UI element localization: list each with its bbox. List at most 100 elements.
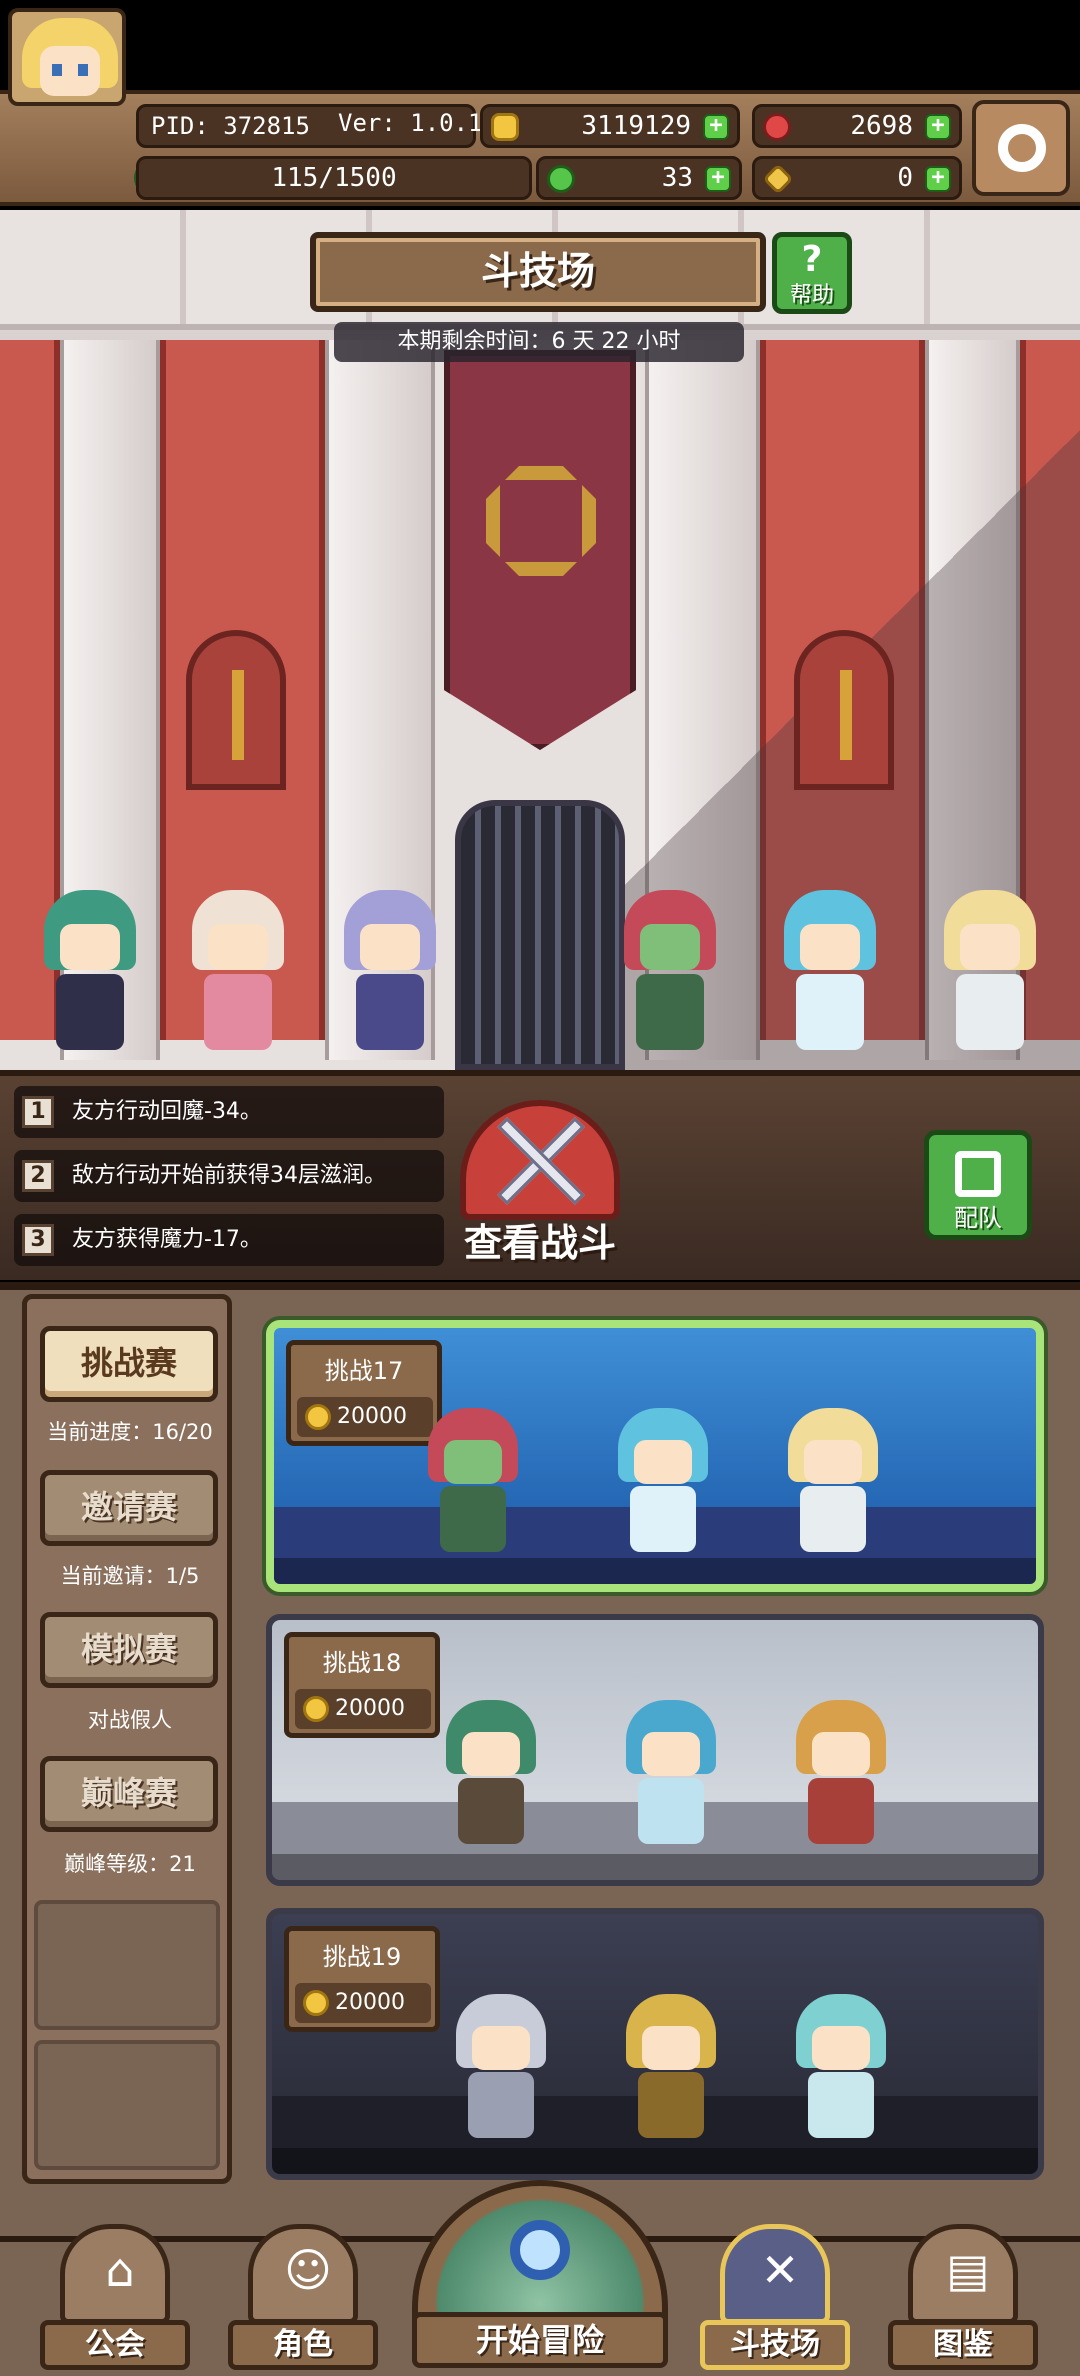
hero-body <box>468 2072 534 2138</box>
opponent-hero <box>782 1994 902 2144</box>
hero-face <box>640 924 700 970</box>
challenge-cost-value: 20000 <box>337 1404 407 1429</box>
status-bar <box>0 0 1080 90</box>
gold-counter: 3119129 + <box>480 104 740 148</box>
book-icon: ▤ <box>946 2243 990 2297</box>
view-battle-button[interactable]: 查看战斗 <box>440 1100 640 1270</box>
gem-value: 2698 <box>850 111 913 141</box>
challenge-cost-value: 20000 <box>335 1696 405 1721</box>
challenge-card[interactable]: 挑战19 20000 <box>266 1908 1044 2180</box>
log-entry: 1 友方行动回魔-34。 <box>14 1086 444 1138</box>
empty-mode-slot <box>34 1900 220 2030</box>
sword-niche <box>186 630 286 790</box>
hero-face <box>60 924 120 970</box>
team-setup-label: 配队 <box>954 1204 1002 1232</box>
season-timer: 本期剩余时间：6 天 22 小时 <box>334 322 744 362</box>
mode-invite-button[interactable]: 邀请赛 <box>40 1470 218 1546</box>
mode-label: 模拟赛 <box>80 1630 177 1668</box>
nav-codex-label: 图鉴 <box>888 2320 1038 2370</box>
crossed-swords-icon: ✕ <box>760 2243 800 2297</box>
enemy-hero <box>930 890 1050 1060</box>
log-entry: 3 友方获得魔力-17。 <box>14 1214 444 1266</box>
nav-character-label: 角色 <box>228 2320 378 2370</box>
hero-face <box>208 924 268 970</box>
mode-progress: 当前进度：16/20 <box>47 1420 213 1444</box>
opponent-hero <box>604 1408 724 1558</box>
coin-icon <box>305 1404 331 1430</box>
nav-character[interactable]: ☺ 角色 <box>228 2224 378 2376</box>
nav-guild[interactable]: ⌂ 公会 <box>40 2224 190 2376</box>
team-icon <box>955 1151 1001 1197</box>
hero-body <box>800 1486 866 1552</box>
clover-icon <box>547 165 575 193</box>
hero-body <box>56 974 124 1050</box>
hero-body <box>630 1486 696 1552</box>
mode-label: 邀请赛 <box>80 1488 177 1526</box>
hero-face <box>812 2026 870 2070</box>
ally-hero <box>330 890 450 1060</box>
mode-challenge-button[interactable]: 挑战赛 <box>40 1326 218 1402</box>
hero-body <box>440 1486 506 1552</box>
mode-simulation-button[interactable]: 模拟赛 <box>40 1612 218 1688</box>
character-icon: ☺ <box>248 2224 358 2324</box>
page-title-plate: 斗技场 <box>310 232 766 312</box>
enemy-hero <box>610 890 730 1060</box>
codex-icon: ▤ <box>908 2224 1018 2324</box>
mode-peak-button[interactable]: 巅峰赛 <box>40 1756 218 1832</box>
mode-label: 挑战赛 <box>80 1344 177 1382</box>
hero-body <box>808 2072 874 2138</box>
challenge-cost-value: 20000 <box>335 1990 405 2015</box>
add-key-button[interactable]: + <box>925 166 951 192</box>
question-icon: ? <box>801 239 823 280</box>
player-id-label: PID: 372815 <box>151 112 310 140</box>
magnifier-icon <box>510 2220 570 2280</box>
add-clover-button[interactable]: + <box>705 166 731 192</box>
mode-dummy: 对战假人 <box>88 1708 172 1732</box>
challenge-name: 挑战19 <box>322 1943 402 1971</box>
hero-face <box>444 1440 502 1484</box>
challenge-name: 挑战18 <box>322 1649 402 1677</box>
arena-gate <box>455 800 625 1070</box>
settings-button[interactable] <box>972 100 1070 196</box>
nav-arena[interactable]: ✕ 斗技场 <box>700 2224 850 2376</box>
sword-icon <box>840 670 852 760</box>
nav-adventure-label: 开始冒险 <box>412 2312 668 2368</box>
add-gold-button[interactable]: + <box>703 114 729 140</box>
nav-arena-label: 斗技场 <box>700 2320 850 2370</box>
sword-niche <box>794 630 894 790</box>
challenge-card[interactable]: 挑战17 20000 <box>266 1320 1044 1592</box>
hero-face <box>812 1732 870 1776</box>
avatar-eye <box>52 64 62 76</box>
hero-body <box>956 974 1024 1050</box>
nav-guild-label: 公会 <box>40 2320 190 2370</box>
team-setup-button[interactable]: 配队 <box>924 1130 1032 1240</box>
hero-face <box>642 2026 700 2070</box>
opponent-hero <box>774 1408 894 1558</box>
challenge-card[interactable]: 挑战18 20000 <box>266 1614 1044 1886</box>
challenge-cost: 20000 <box>295 1983 431 2023</box>
help-button[interactable]: ? 帮助 <box>772 232 852 314</box>
card-floor <box>272 1854 1038 1880</box>
hero-face <box>634 1440 692 1484</box>
log-index: 1 <box>22 1096 54 1128</box>
challenge-cost: 20000 <box>297 1397 433 1437</box>
gem-icon <box>763 113 791 141</box>
opponent-hero <box>414 1408 534 1558</box>
hero-face <box>804 1440 862 1484</box>
clover-value: 33 <box>661 163 693 193</box>
log-text: 友方获得魔力-17。 <box>72 1227 262 1252</box>
arena-icon: ✕ <box>720 2224 830 2324</box>
enemy-hero <box>770 890 890 1060</box>
nav-codex[interactable]: ▤ 图鉴 <box>888 2224 1038 2376</box>
nav-start-adventure[interactable]: 开始冒险 <box>412 2180 668 2376</box>
player-avatar[interactable] <box>8 8 126 106</box>
opponent-hero <box>432 1700 552 1850</box>
hero-body <box>458 1778 524 1844</box>
log-text: 友方行动回魔-34。 <box>72 1099 262 1124</box>
sword-icon <box>232 670 244 760</box>
gold-value: 3119129 <box>581 111 691 141</box>
gem-counter: 2698 + <box>752 104 962 148</box>
challenge-name: 挑战17 <box>324 1357 404 1385</box>
add-gem-button[interactable]: + <box>925 114 951 140</box>
opponent-hero <box>612 1700 732 1850</box>
